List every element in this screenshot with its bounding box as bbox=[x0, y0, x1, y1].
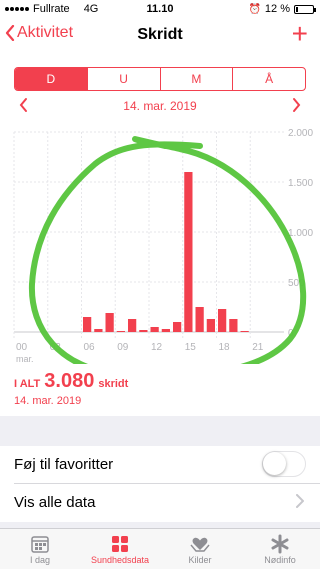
add-button[interactable]: + bbox=[292, 18, 308, 50]
segment-month[interactable]: M bbox=[159, 68, 233, 90]
x-tick-label: 12 bbox=[151, 342, 163, 353]
segment-day[interactable]: D bbox=[15, 68, 87, 90]
tab-health-data[interactable]: Sundhedsdata bbox=[80, 529, 160, 569]
x-tick-label: 06 bbox=[84, 342, 96, 353]
steps-summary: I ALT 3.080 skridt 14. mar. 2019 bbox=[14, 370, 128, 407]
summary-total: 3.080 bbox=[44, 370, 95, 392]
heart-hands-icon bbox=[188, 533, 212, 555]
bar bbox=[105, 313, 114, 332]
section-spacer bbox=[0, 416, 320, 446]
summary-unit: skridt bbox=[98, 378, 129, 390]
date-navigation: 14. mar. 2019 bbox=[0, 97, 320, 117]
summary-date: 14. mar. 2019 bbox=[14, 395, 82, 407]
y-tick-label: 1.000 bbox=[288, 228, 313, 239]
status-bar: Fullrate 4G 11.10 ⏰ 12 % bbox=[0, 0, 320, 20]
bar bbox=[184, 172, 193, 332]
bar bbox=[195, 307, 204, 332]
next-date-button[interactable] bbox=[286, 97, 306, 118]
x-sublabel: mar. bbox=[16, 354, 34, 364]
bar bbox=[116, 331, 125, 332]
bar bbox=[206, 319, 215, 332]
steps-chart-svg: 05001.0001.5002.00000 03 06 09 12 15 18 21mar. bbox=[13, 128, 313, 364]
favorite-label: Føj til favoritter bbox=[14, 456, 114, 473]
bar bbox=[150, 327, 159, 332]
chevron-right-icon bbox=[293, 98, 301, 112]
alarm-icon: ⏰ bbox=[248, 3, 261, 15]
segment-week[interactable]: U bbox=[86, 68, 160, 90]
page-title: Skridt bbox=[137, 26, 183, 43]
x-tick-label: 21 bbox=[252, 342, 264, 353]
bar bbox=[240, 331, 249, 332]
steps-chart: 0 500 1.000 1.500 2.000 00 03 06 09 12 15 18 21 mar. bbox=[0, 124, 320, 364]
tab-bar: I dag Sundhedsdata Kilder Nødinfo bbox=[0, 528, 320, 569]
x-tick-label: 00 bbox=[16, 342, 28, 353]
asterisk-icon bbox=[268, 533, 292, 555]
y-tick-label: 1.500 bbox=[288, 178, 313, 189]
chevron-right-icon bbox=[296, 492, 305, 513]
tab-label: Sundhedsdata bbox=[90, 555, 150, 565]
tab-emergency-info[interactable]: Nødinfo bbox=[240, 529, 320, 569]
summary-prefix: I ALT bbox=[14, 378, 41, 390]
battery-icon bbox=[294, 4, 316, 14]
x-tick-label: 15 bbox=[185, 342, 197, 353]
favorite-toggle[interactable] bbox=[262, 451, 306, 477]
favorite-row[interactable]: Føj til favoritter bbox=[0, 446, 320, 484]
calendar-icon bbox=[28, 533, 52, 555]
x-tick-label: 18 bbox=[219, 342, 231, 353]
segment-year[interactable]: Å bbox=[232, 68, 305, 90]
nav-bar: Aktivitet Skridt + bbox=[0, 18, 320, 50]
bar bbox=[94, 329, 103, 332]
plus-icon: + bbox=[291, 18, 308, 49]
battery-percent: 12 % bbox=[264, 3, 290, 15]
bar bbox=[173, 322, 182, 332]
date-label: 14. mar. 2019 bbox=[123, 99, 197, 113]
tab-sources[interactable]: Kilder bbox=[160, 529, 240, 569]
tab-today[interactable]: I dag bbox=[0, 529, 80, 569]
all-data-label: Vis alle data bbox=[14, 494, 96, 511]
bar bbox=[139, 330, 148, 332]
tab-label: Kilder bbox=[188, 555, 212, 565]
x-tick-label: 09 bbox=[117, 342, 129, 353]
tab-label: Nødinfo bbox=[264, 555, 296, 565]
status-right: ⏰ 12 % bbox=[248, 3, 316, 15]
period-segmented-control: D U M Å bbox=[14, 67, 306, 91]
toggle-knob bbox=[263, 452, 286, 475]
bar bbox=[218, 309, 227, 332]
all-data-row[interactable]: Vis alle data bbox=[0, 484, 320, 522]
bar bbox=[128, 319, 137, 332]
tab-label: I dag bbox=[29, 555, 51, 565]
y-tick-label: 2.000 bbox=[288, 128, 313, 139]
bar bbox=[161, 329, 170, 332]
bar bbox=[229, 319, 238, 332]
grid-icon bbox=[108, 533, 132, 555]
bar bbox=[83, 317, 92, 332]
